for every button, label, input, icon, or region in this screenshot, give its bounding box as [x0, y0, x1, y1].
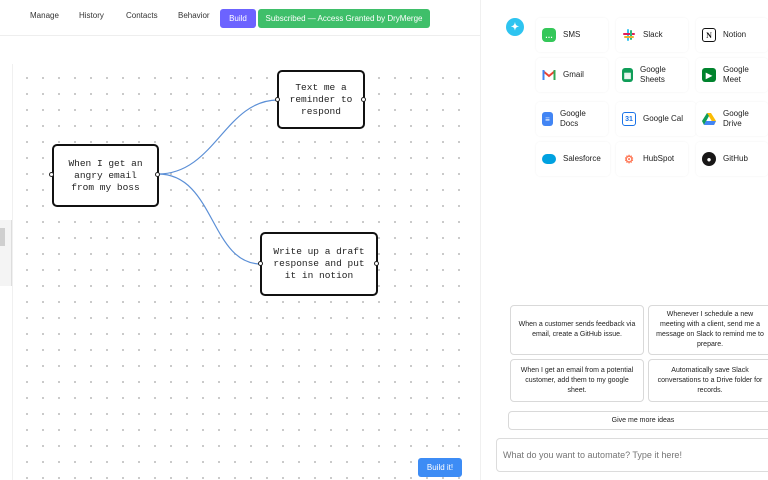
node-action1[interactable]: Text me a reminder to respond: [277, 70, 365, 129]
node-action1-text: Text me a reminder to respond: [289, 81, 353, 117]
app-label: Salesforce: [563, 154, 601, 163]
app-label: Google Meet: [723, 65, 749, 84]
node-trigger[interactable]: When I get an angry email from my boss: [52, 144, 159, 207]
github-icon: ●: [702, 152, 716, 166]
app-google-sheets[interactable]: ▦ Google Sheets: [616, 58, 688, 92]
node-trigger-out-port[interactable]: [155, 172, 160, 177]
app-label: Google Docs: [560, 109, 586, 128]
idea-card[interactable]: When a customer sends feedback via email…: [510, 305, 644, 355]
google-calendar-icon: 31: [622, 112, 636, 126]
app-google-meet[interactable]: ▶ Google Meet: [696, 58, 768, 92]
nav-build-button[interactable]: Build: [220, 9, 256, 28]
google-drive-icon: [702, 112, 716, 126]
drymerge-logo-icon: ✦: [506, 18, 524, 36]
nav-contacts[interactable]: Contacts: [126, 11, 158, 20]
app-label: GitHub: [723, 154, 748, 163]
app-label: Google Cal: [643, 114, 684, 123]
idea-card[interactable]: Automatically save Slack conversations t…: [648, 359, 768, 402]
gmail-icon: [542, 68, 556, 82]
app-google-drive[interactable]: Google Drive: [696, 102, 768, 136]
build-it-button[interactable]: Build it!: [418, 458, 462, 477]
more-ideas-button[interactable]: Give me more ideas: [508, 411, 768, 430]
app-google-calendar[interactable]: 31 Google Cal: [616, 102, 696, 136]
app-label: Google Sheets: [640, 65, 666, 84]
app-hubspot[interactable]: ⚙ HubSpot: [616, 142, 688, 176]
app-salesforce[interactable]: Salesforce: [536, 142, 610, 176]
google-sheets-icon: ▦: [622, 68, 633, 82]
app-gmail[interactable]: Gmail: [536, 58, 608, 92]
google-meet-icon: ▶: [702, 68, 716, 82]
app-label: Notion: [723, 30, 747, 39]
nav-manage[interactable]: Manage: [30, 11, 59, 20]
node-action2[interactable]: Write up a draft response and put it in …: [260, 232, 378, 296]
automate-input[interactable]: [496, 438, 768, 472]
node-action2-text: Write up a draft response and put it in …: [273, 246, 365, 281]
app-sms[interactable]: … SMS: [536, 18, 608, 52]
salesforce-icon: [542, 154, 556, 164]
sms-icon: …: [542, 28, 556, 42]
nav-behavior[interactable]: Behavior: [178, 11, 210, 20]
app-github[interactable]: ● GitHub: [696, 142, 768, 176]
slack-icon: [622, 28, 636, 42]
app-label: HubSpot: [643, 154, 675, 163]
app-label: Gmail: [563, 70, 584, 79]
hubspot-icon: ⚙: [622, 152, 636, 166]
node-trigger-in-port[interactable]: [49, 172, 54, 177]
app-notion[interactable]: N Notion: [696, 18, 768, 52]
workflow-canvas[interactable]: [12, 64, 474, 480]
node-action1-in-port[interactable]: [275, 97, 280, 102]
node-action2-out-port[interactable]: [374, 261, 379, 266]
node-action1-out-port[interactable]: [361, 97, 366, 102]
app-label: Google Drive: [723, 109, 749, 128]
google-docs-icon: ≡: [542, 112, 553, 126]
app-root: Manage History Contacts Behavior Build S…: [0, 0, 768, 480]
app-label: Slack: [643, 30, 663, 39]
top-nav: Manage History Contacts Behavior Build S…: [0, 0, 480, 36]
node-trigger-text: When I get an angry email from my boss: [68, 157, 143, 193]
app-slack[interactable]: Slack: [616, 18, 688, 52]
idea-card[interactable]: When I get an email from a potential cus…: [510, 359, 644, 402]
drawer-knob[interactable]: [0, 228, 5, 246]
node-action2-in-port[interactable]: [258, 261, 263, 266]
subscribed-button[interactable]: Subscribed — Access Granted by DryMerge: [258, 9, 430, 28]
nav-history[interactable]: History: [79, 11, 104, 20]
app-label: SMS: [563, 30, 581, 39]
notion-icon: N: [702, 28, 716, 42]
app-google-docs[interactable]: ≡ Google Docs: [536, 102, 608, 136]
idea-card[interactable]: Whenever I schedule a new meeting with a…: [648, 305, 768, 355]
